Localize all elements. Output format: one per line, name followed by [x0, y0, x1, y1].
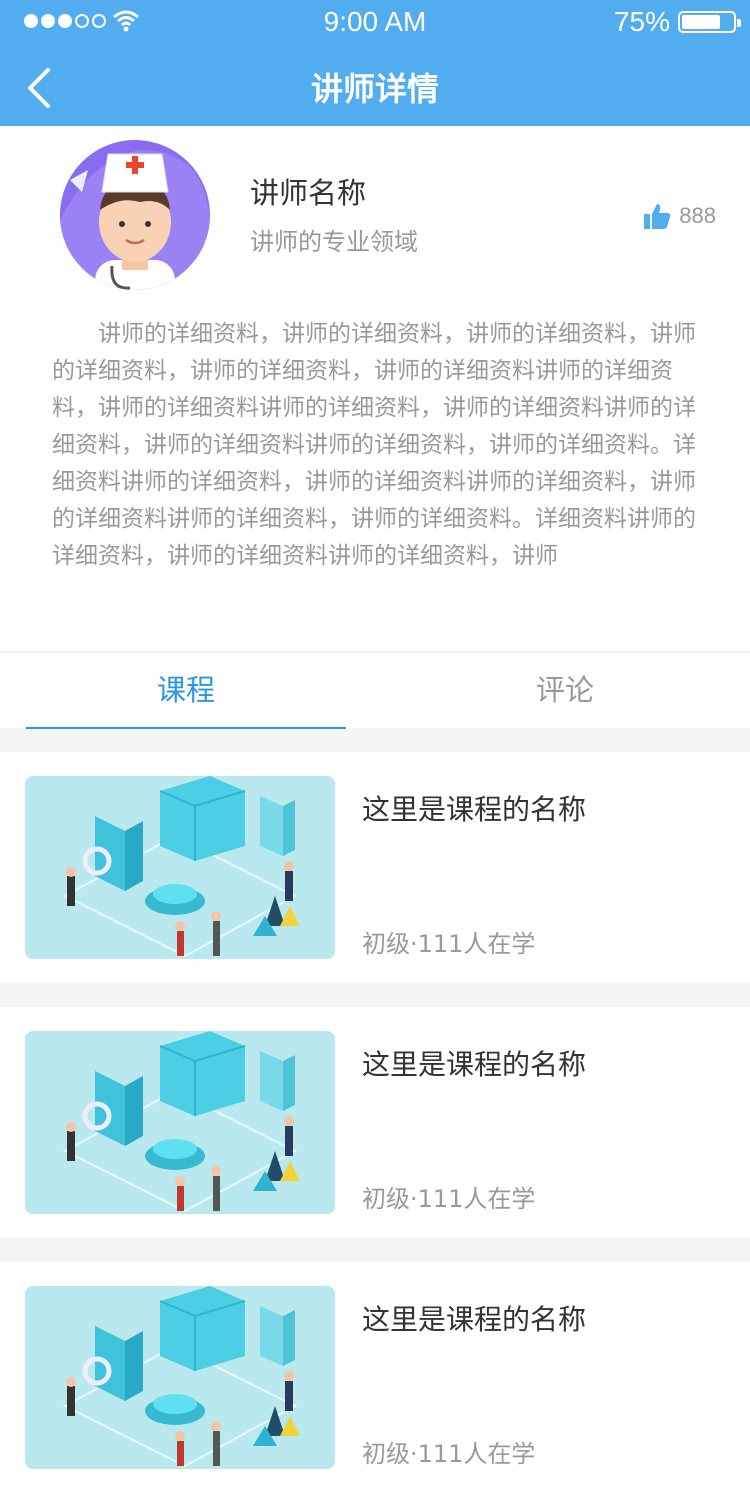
course-meta: 初级·111人在学 [362, 1185, 536, 1213]
teacher-field: 讲师的专业领域 [250, 228, 418, 256]
course-name: 这里是课程的名称 [362, 1048, 587, 1081]
teacher-bio: 讲师的详细资料，讲师的详细资料，讲师的详细资料，讲师的详细资料，讲师的详细资料，… [52, 321, 696, 569]
course-thumbnail [25, 1286, 335, 1469]
tab-courses[interactable]: 课程 [26, 653, 346, 729]
course-thumbnail [25, 776, 335, 959]
page-title: 讲师详情 [310, 70, 439, 108]
tab-bar: 课程 评论 [0, 652, 750, 729]
course-item[interactable]: 这里是课程的名称 初级·111人在学 [0, 1007, 750, 1238]
course-name: 这里是课程的名称 [362, 1303, 587, 1336]
thumbs-up-icon [644, 204, 671, 229]
course-item[interactable]: 这里是课程的名称 初级·111人在学 [0, 1262, 750, 1493]
likes[interactable]: 888 [643, 202, 716, 230]
nav-bar: 9:00 AM 75% 讲师详情 [0, 0, 750, 126]
course-meta: 初级·111人在学 [362, 930, 536, 958]
avatar [60, 140, 210, 290]
battery-percent: 75% [613, 6, 670, 37]
course-item[interactable]: 这里是课程的名称 初级·111人在学 [0, 752, 750, 983]
course-name: 这里是课程的名称 [362, 793, 587, 826]
teacher-profile: 讲师名称 讲师的专业领域 888 讲师的详细资料，讲师的详细资料，讲师的详细资料… [0, 126, 750, 650]
course-thumbnail [25, 1031, 335, 1214]
teacher-name: 讲师名称 [250, 176, 367, 210]
course-meta: 初级·111人在学 [362, 1440, 536, 1468]
battery-icon [678, 11, 741, 33]
likes-count: 888 [679, 203, 716, 228]
tab-comments[interactable]: 评论 [405, 653, 725, 729]
status-bar: 9:00 AM 75% [0, 0, 750, 44]
